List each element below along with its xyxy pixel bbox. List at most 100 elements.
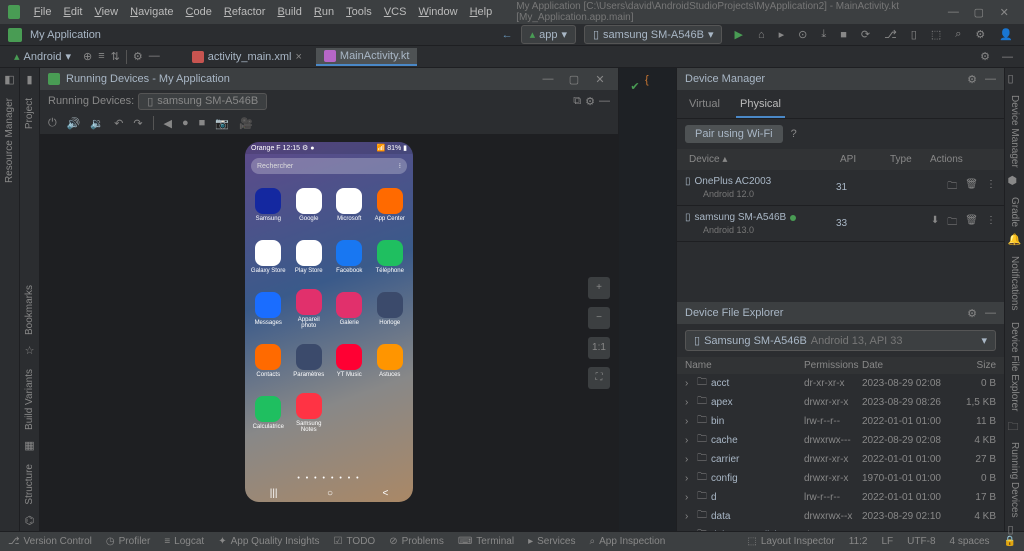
running-device-selector[interactable]: ▯ samsung SM-A546B [138,93,267,110]
app-appareil-photo[interactable]: Appareil photo [290,284,329,334]
app-calculatrice[interactable]: Calculatrice [249,388,288,438]
line-separator[interactable]: LF [882,536,894,547]
target-icon[interactable]: ⊕ [83,50,92,64]
project-scope-dropdown[interactable]: ▴ Android ▾ [8,49,77,64]
power-button[interactable]: ⏻ [48,117,57,130]
app-samsung[interactable]: Samsung [249,180,288,230]
avd-button[interactable]: ▯ [908,28,920,41]
app-paramètres[interactable]: Paramètres [290,336,329,386]
file-explorer-device-dropdown[interactable]: ▯ Samsung SM-A546B Android 13, API 33 ▾ [685,330,996,351]
gear-icon[interactable]: ⚙ [967,73,977,86]
app-facebook[interactable]: Facebook [330,232,369,282]
zoom-in-button[interactable]: + [588,277,610,299]
running-devices-tab[interactable]: Running Devices [1007,436,1022,524]
todo-tab[interactable]: ☑ TODO [334,536,376,547]
maximize-window-button[interactable]: ▢ [967,2,990,22]
menu-view[interactable]: View [88,4,124,20]
read-only-icon[interactable]: 🔒 [1004,536,1016,547]
run-button[interactable]: ▶ [730,28,746,41]
gear-icon[interactable]: ⚙ [133,50,143,64]
device-row[interactable]: ▯ samsung SM-A546B Android 13.033⬇🗀🗑⋮ [677,206,1004,242]
date-column-header[interactable]: Date [862,360,956,371]
physical-tab[interactable]: Physical [736,94,785,118]
device-mirror[interactable]: Orange F 12:15 ⚙ ● 📶 81% ▮ Rechercher ⁝ … [245,142,413,502]
menu-refactor[interactable]: Refactor [218,4,272,20]
profile-button[interactable]: ⊙ [795,28,810,41]
app-galaxy-store[interactable]: Galaxy Store [249,232,288,282]
menu-build[interactable]: Build [271,4,307,20]
device-manager-icon[interactable]: ▯ [1008,72,1022,85]
overview-button[interactable]: ■ [199,117,206,129]
permissions-column-header[interactable]: Permissions [804,360,862,371]
device-file-explorer-tab[interactable]: Device File Explorer [1007,316,1022,417]
editor-gear-icon[interactable]: ⚙ [977,50,993,63]
app-téléphone[interactable]: Téléphone [371,232,410,282]
menu-tools[interactable]: Tools [340,4,378,20]
panel-close-button[interactable]: ✕ [590,73,610,86]
app-google[interactable]: Google [290,180,329,230]
recent-apps-key[interactable]: ||| [270,488,278,499]
close-window-button[interactable]: ✕ [993,2,1016,22]
expand-icon[interactable]: › [685,397,693,408]
project-icon[interactable]: ▮ [23,72,37,86]
folder-icon[interactable]: 🗀 [947,215,957,232]
gear-icon[interactable]: ⚙ [967,307,977,320]
file-row[interactable]: ›🗀 carrierdrwxr-xr-x2022-01-01 01:0027 B [677,450,1004,469]
project-tab[interactable]: Project [22,92,37,135]
delete-icon[interactable]: 🗑 [965,215,978,232]
gradle-tab[interactable]: Gradle [1007,191,1022,233]
file-row[interactable]: ›🗀 cachedrwxrwx---2022-08-29 02:084 KB [677,431,1004,450]
tab-activity-main-xml[interactable]: activity_main.xml × [184,49,310,65]
file-encoding[interactable]: UTF-8 [907,536,935,547]
editor-hide-icon[interactable]: ― [999,51,1016,63]
running-devices-icon[interactable]: ▯ [1008,523,1022,536]
app-yt-music[interactable]: YT Music [330,336,369,386]
volume-down-button[interactable]: 🔉 [90,117,104,130]
screenshot-button[interactable]: 📷 [215,117,229,130]
panel-maximize-button[interactable]: ▢ [564,73,584,86]
attach-debugger-button[interactable]: ⤓ [818,28,829,41]
menu-help[interactable]: Help [464,4,499,20]
menu-vcs[interactable]: VCS [378,4,413,20]
minimize-window-button[interactable]: ― [942,2,965,22]
version-control-tab[interactable]: ⎇ Version Control [8,536,92,547]
device-dropdown[interactable]: ▯ samsung SM-A546B ▾ [584,25,722,44]
app-inspection-tab[interactable]: ⌕ App Inspection [589,536,665,547]
hide-icon[interactable]: ― [599,95,610,107]
file-row[interactable]: ›🗀 apexdrwxr-xr-x2023-08-29 08:261,5 KB [677,393,1004,412]
app-galerie[interactable]: Galerie [330,284,369,334]
sdk-button[interactable]: ⬚ [928,28,944,41]
file-row[interactable]: ›🗀 binlrw-r--r--2022-01-01 01:0011 B [677,412,1004,431]
record-button[interactable]: 🎥 [239,117,253,130]
expand-icon[interactable]: › [685,378,693,389]
expand-icon[interactable]: › [685,473,693,484]
run-config-dropdown[interactable]: ▴ app ▾ [521,25,576,44]
file-row[interactable]: ›🗀 debug_ramdiskdrwxr-xr-x2022-01-01 01:… [677,526,1004,531]
back-key[interactable]: < [382,488,388,499]
rotate-right-button[interactable]: ↷ [133,117,142,130]
app-contacts[interactable]: Contacts [249,336,288,386]
app-play-store[interactable]: Play Store [290,232,329,282]
stop-button[interactable]: ■ [837,29,850,41]
app-quality-tab[interactable]: ✦ App Quality Insights [218,536,319,547]
file-row[interactable]: ›🗀 acctdr-xr-xr-x2023-08-29 02:080 B [677,374,1004,393]
file-explorer-body[interactable]: ›🗀 acctdr-xr-xr-x2023-08-29 02:080 B›🗀 a… [677,374,1004,531]
virtual-tab[interactable]: Virtual [685,94,724,118]
menu-run[interactable]: Run [308,4,340,20]
expand-icon[interactable]: › [685,416,693,427]
device-file-explorer-icon[interactable]: 🗀 [1008,418,1022,432]
type-column-header[interactable]: Type [886,152,926,167]
debug-button[interactable]: ⌂ [755,29,768,41]
hide-icon[interactable]: ― [985,307,996,320]
file-row[interactable]: ›🗀 datadrwxrwx--x2023-08-29 02:104 KB [677,507,1004,526]
actions-column-header[interactable]: Actions [926,152,996,167]
resource-manager-tab[interactable]: Resource Manager [2,92,17,189]
panel-minimize-button[interactable]: ― [538,73,558,85]
hide-icon[interactable]: ― [985,73,996,86]
structure-icon[interactable]: ⌬ [23,513,37,527]
build-variants-icon[interactable]: ▦ [23,438,37,452]
zoom-fit-button[interactable]: ⛶ [588,367,610,389]
app-horloge[interactable]: Horloge [371,284,410,334]
services-tab[interactable]: ▸ Services [528,536,575,547]
more-icon[interactable]: ⋮ [986,179,996,196]
